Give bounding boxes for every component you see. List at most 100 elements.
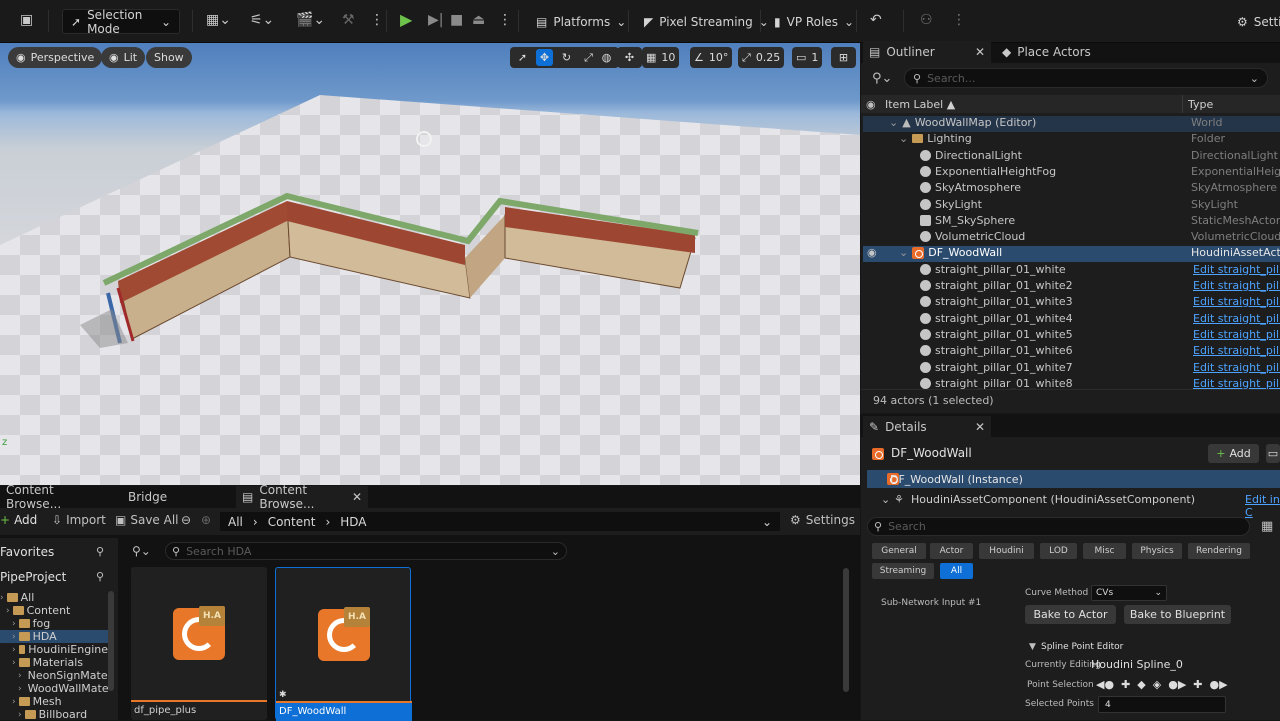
folder-tree-item[interactable]: › WoodWallMate: [0, 682, 108, 695]
select-center-point-icon[interactable]: ◈: [1153, 678, 1161, 691]
folder-tree-item[interactable]: › HoudiniEngine: [0, 643, 108, 656]
breadcrumb-content[interactable]: Content: [268, 515, 316, 529]
edit-link[interactable]: Edit straight_pillar: [1193, 328, 1280, 341]
platforms-dropdown[interactable]: ▤ Platforms ⌄: [536, 9, 626, 34]
expand-arrow-icon[interactable]: ⌄: [881, 493, 890, 506]
project-header[interactable]: PipeProject: [0, 570, 66, 584]
expand-arrow-icon[interactable]: ›: [12, 632, 16, 642]
close-icon[interactable]: ✕: [352, 490, 362, 504]
tab-details[interactable]: ✎ Details ✕: [863, 416, 991, 438]
folder-tree-item[interactable]: › HDA: [0, 630, 108, 643]
blueprint-options-button[interactable]: ▭: [1266, 444, 1280, 463]
select-next-point-icon[interactable]: ●▶: [1168, 678, 1186, 691]
vp-roles-dropdown[interactable]: ▮ VP Roles ⌄: [774, 9, 854, 34]
rotation-snap[interactable]: ∠ 10°: [690, 47, 733, 68]
back-icon[interactable]: ⊖: [181, 513, 191, 527]
selected-points-field[interactable]: 4: [1098, 696, 1226, 713]
edit-link[interactable]: Edit straight_pillar: [1193, 279, 1280, 292]
chevron-down-icon[interactable]: ⌄: [762, 515, 772, 529]
source-control-icon[interactable]: ↶: [870, 12, 882, 28]
folder-tree-item[interactable]: › fog: [0, 617, 108, 630]
more-icon[interactable]: ⋮: [370, 12, 384, 28]
outliner-row[interactable]: straight_pillar_01_white7 Edit straight_p…: [863, 361, 1280, 377]
filter-chip[interactable]: Houdini: [979, 543, 1034, 559]
outliner-row[interactable]: VolumetricCloud VolumetricCloud: [863, 230, 1280, 246]
edit-link[interactable]: Edit straight_pillar: [1193, 377, 1280, 390]
play-options-icon[interactable]: ⋮: [498, 12, 512, 28]
expand-arrow-icon[interactable]: ›: [0, 593, 4, 603]
outliner-row[interactable]: ⌄ Lighting Folder: [863, 132, 1280, 148]
select-tool-icon[interactable]: ➚: [514, 49, 531, 66]
outliner-row[interactable]: ◉ ⌄ DF_WoodWall HoudiniAssetActor: [863, 246, 1280, 263]
edit-link[interactable]: Edit straight_pillar: [1193, 361, 1280, 374]
curve-method-select[interactable]: CVs ⌄: [1091, 585, 1167, 601]
outliner-row[interactable]: straight_pillar_01_white4 Edit straight_p…: [863, 312, 1280, 328]
pixel-streaming-dropdown[interactable]: ◤ Pixel Streaming ⌄: [644, 9, 769, 34]
filter-chip[interactable]: General: [872, 543, 926, 559]
outliner-row[interactable]: straight_pillar_01_white6 Edit straight_p…: [863, 344, 1280, 360]
grid-snap[interactable]: ▦ 10: [642, 47, 680, 68]
select-end-point-icon[interactable]: ✚: [1193, 678, 1202, 691]
details-actor-name[interactable]: DF_WoodWall: [891, 446, 972, 460]
settings-button[interactable]: ⚙ Setti: [1237, 9, 1280, 34]
step-icon[interactable]: ▶|: [428, 12, 443, 28]
filter-chip[interactable]: Streaming: [872, 563, 934, 579]
show-button[interactable]: Show: [146, 47, 192, 68]
light-gizmo-icon[interactable]: [416, 131, 432, 147]
select-prev-point-icon[interactable]: ✚: [1121, 678, 1130, 691]
column-item-label[interactable]: Item Label ▲: [885, 98, 955, 111]
expand-arrow-icon[interactable]: ›: [6, 606, 10, 616]
options-icon[interactable]: ⋮: [952, 12, 966, 28]
outliner-row[interactable]: straight_pillar_01_white Edit straight_pi…: [863, 263, 1280, 279]
filter-icon[interactable]: ⚲⌄: [872, 71, 892, 86]
add-content-icon[interactable]: ▦⌄: [206, 12, 231, 28]
edit-link[interactable]: Edit straight_pillar: [1193, 263, 1280, 276]
folder-tree-item[interactable]: › Content: [0, 604, 108, 617]
level-viewport[interactable]: ◉ Perspective ◉ Lit Show ➚ ✥ ↻ ⤢ ◍ ✣ ▦ 1…: [0, 43, 860, 485]
folder-tree-item[interactable]: › Billboard: [0, 708, 108, 721]
save-level-icon[interactable]: ▣: [20, 12, 33, 28]
forward-icon[interactable]: ⊕: [201, 513, 211, 527]
expand-arrow-icon[interactable]: ⌄: [889, 116, 898, 129]
filter-chip[interactable]: Physics: [1132, 543, 1182, 559]
breadcrumb-hda[interactable]: HDA: [340, 515, 366, 529]
outliner-row[interactable]: SkyLight SkyLight: [863, 198, 1280, 214]
outliner-search-input[interactable]: ⚲ Search... ⌄: [904, 68, 1268, 88]
asset-tile[interactable]: H.A ✱ DF_WoodWall: [275, 567, 412, 721]
column-type[interactable]: Type: [1188, 98, 1213, 111]
breadcrumb-all[interactable]: All: [228, 515, 243, 529]
import-button[interactable]: ⇩ Import: [52, 513, 106, 527]
select-first-point-icon[interactable]: ◀●: [1096, 678, 1114, 691]
eject-icon[interactable]: ⏏: [472, 12, 485, 28]
spline-point-editor-header[interactable]: Spline Point Editor: [1041, 642, 1123, 652]
cinematics-icon[interactable]: 🎬⌄: [296, 12, 325, 28]
translate-tool-icon[interactable]: ✥: [536, 49, 553, 66]
blueprint-icon[interactable]: ⚟⌄: [250, 12, 274, 28]
stop-icon[interactable]: ■: [450, 12, 463, 28]
folder-tree-item[interactable]: › Mesh: [0, 695, 108, 708]
outliner-row[interactable]: straight_pillar_01_white3 Edit straight_p…: [863, 295, 1280, 311]
modeling-icon[interactable]: ⚒: [342, 12, 355, 28]
collapse-arrow-icon[interactable]: ▼: [1029, 642, 1036, 652]
eye-icon[interactable]: ◉: [867, 246, 877, 259]
tab-bridge[interactable]: Bridge: [122, 486, 173, 508]
expand-arrow-icon[interactable]: ›: [18, 671, 22, 681]
folder-tree-item[interactable]: › NeonSignMater: [0, 669, 108, 682]
search-icon[interactable]: ⚲: [96, 570, 104, 583]
play-icon[interactable]: ▶: [400, 10, 412, 29]
rotate-tool-icon[interactable]: ↻: [558, 49, 575, 66]
expand-arrow-icon[interactable]: ›: [12, 645, 16, 655]
tab-content-browser-1[interactable]: Content Browse...: [0, 483, 110, 511]
perspective-button[interactable]: ◉ Perspective: [8, 47, 103, 68]
edit-link[interactable]: Edit straight_pillar: [1193, 295, 1280, 308]
multi-user-icon[interactable]: ⚇: [920, 12, 933, 28]
asset-tile[interactable]: H.A df_pipe_plus: [131, 567, 267, 720]
add-button[interactable]: + Add: [0, 513, 37, 527]
filter-chip[interactable]: Actor: [930, 543, 973, 559]
tab-content-browser-2[interactable]: ▤ Content Browse... ✕: [236, 483, 368, 511]
add-component-button[interactable]: + Add: [1208, 444, 1259, 463]
details-search-input[interactable]: ⚲ Search: [867, 517, 1250, 536]
scale-snap[interactable]: ⤢ 0.25: [738, 47, 785, 68]
favorites-header[interactable]: Favorites: [0, 545, 54, 559]
lit-button[interactable]: ◉ Lit: [101, 47, 146, 68]
